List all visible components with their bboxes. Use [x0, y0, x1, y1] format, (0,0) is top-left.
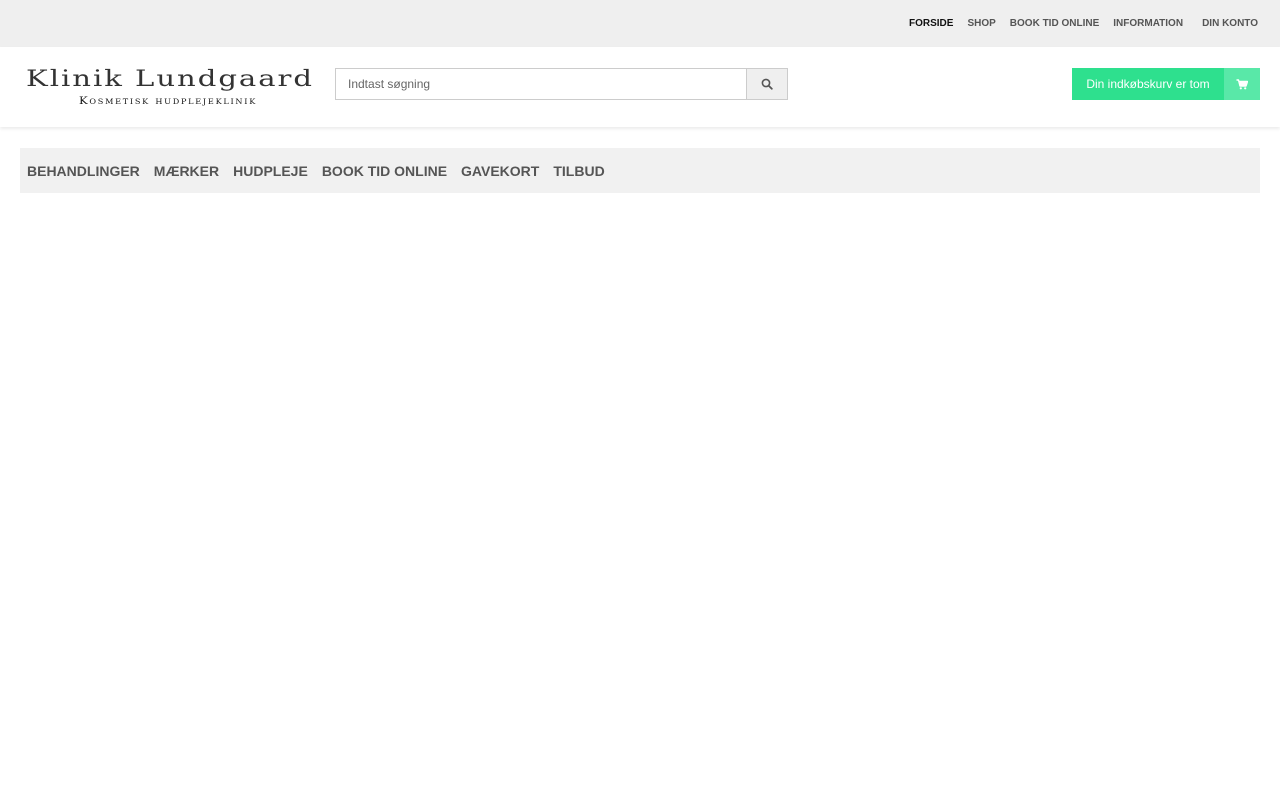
cart-status-label: Din indkøbskurv er tom: [1072, 68, 1224, 100]
cart-icon-container: [1224, 68, 1260, 100]
top-navigation: FORSIDE SHOP BOOK TID ONLINE INFORMATION…: [895, 0, 1258, 47]
mainnav-behandlinger-link[interactable]: BEHANDLINGER: [27, 163, 140, 179]
logo-image: Klinik Lundgaard Kosmetisk hudplejeklini…: [26, 67, 314, 107]
mainnav-hudpleje-link[interactable]: HUDPLEJE: [233, 163, 308, 179]
cart-icon: [1236, 78, 1248, 89]
topnav-information-link[interactable]: INFORMATION: [1113, 18, 1183, 29]
site-logo[interactable]: Klinik Lundgaard Kosmetisk hudplejeklini…: [24, 67, 316, 107]
mainnav-gavekort-link[interactable]: GAVEKORT: [461, 163, 539, 179]
search-icon: [761, 78, 773, 90]
mainnav-tilbud-link[interactable]: TILBUD: [553, 163, 604, 179]
search-button[interactable]: [746, 68, 788, 100]
topnav-forside-link[interactable]: FORSIDE: [909, 18, 953, 29]
mainnav-maerker-link[interactable]: MÆRKER: [154, 163, 219, 179]
topnav-book-tid-online-link[interactable]: BOOK TID ONLINE: [1010, 18, 1099, 29]
topnav-shop-link[interactable]: SHOP: [967, 18, 995, 29]
logo-subtitle: Kosmetisk hudplejeklinik: [79, 96, 257, 107]
site-header: Klinik Lundgaard Kosmetisk hudplejeklini…: [0, 47, 1280, 127]
main-category-nav: BEHANDLINGER MÆRKER HUDPLEJE BOOK TID ON…: [20, 148, 1260, 193]
logo-title: Klinik Lundgaard: [26, 67, 314, 92]
mainnav-book-tid-online-link[interactable]: BOOK TID ONLINE: [322, 163, 447, 179]
top-utility-bar: FORSIDE SHOP BOOK TID ONLINE INFORMATION…: [0, 0, 1280, 47]
account-link[interactable]: DIN KONTO: [1202, 18, 1258, 29]
cart-button[interactable]: Din indkøbskurv er tom: [1072, 68, 1260, 100]
search-input[interactable]: [335, 68, 746, 100]
search-form: [335, 68, 788, 100]
